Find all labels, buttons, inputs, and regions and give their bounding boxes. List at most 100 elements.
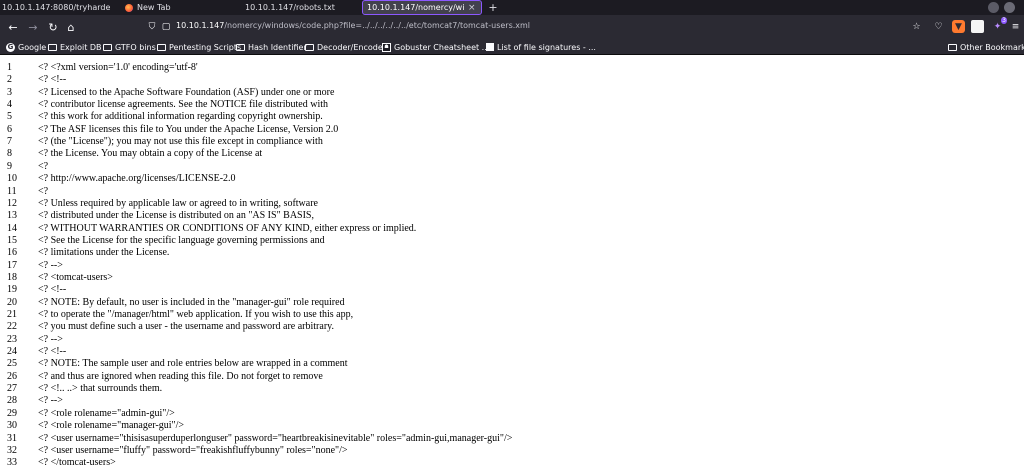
code-line: 13 <? distributed under the License is di… [0,210,1024,222]
url-host: 10.10.1.147 [176,21,225,30]
line-number: 12 [7,197,17,209]
code-text: <? <!.. ..> that surrounds them. [38,383,163,395]
tab-strip: 10.10.1.147:8080/tryharder/t New Tab 10.… [0,0,1024,15]
bookmark-google[interactable]: G Google [6,41,46,53]
bookmarks-bar: G Google Exploit DB GTFO bins Pentesting… [0,39,1024,55]
code-line: 15 <? See the License for the specific la… [0,235,1024,247]
line-number: 14 [7,222,17,234]
page-info-icon[interactable]: ▢ [160,21,172,33]
code-text: <? <user username="thisisasuperduperlong… [38,432,513,444]
bookmark-file-signatures[interactable]: List of file signatures - ... [486,41,596,53]
code-text: <? --> [38,395,63,407]
code-text: <? (the "License"); you may not use this… [38,136,323,148]
code-line: 8 <? the License. You may obtain a copy o… [0,148,1024,160]
tab-label: 10.10.1.147/nomercy/windo [367,3,465,12]
url-text[interactable]: 10.10.1.147/nomercy/windows/code.php?fil… [176,21,530,30]
extensions-menu-icon[interactable]: ✦ 3 [991,17,1007,33]
code-line: 30 <? <role rolename="manager-gui"/> [0,420,1024,432]
reload-icon[interactable]: ↻ [46,20,60,34]
line-number: 22 [7,321,17,333]
code-text: <? Unless required by applicable law or … [38,197,318,209]
tab-tryharder[interactable]: 10.10.1.147:8080/tryharder/t [2,0,110,15]
code-line: 6 <? The ASF licenses this file to You un… [0,124,1024,136]
code-line: 22 <? you must define such a user - the u… [0,321,1024,333]
code-line: 23 <? --> [0,334,1024,346]
code-line: 16 <? limitations under the License. [0,247,1024,259]
code-text: <? [38,185,49,197]
code-text: <? the License. You may obtain a copy of… [38,148,263,160]
new-tab-button[interactable]: + [487,0,499,15]
code-text: <? <!-- [38,346,67,358]
code-text: <? contributor license agreements. See t… [38,99,328,111]
code-text: <? The ASF licenses this file to You und… [38,123,339,135]
bookmark-label: Google [18,42,47,52]
home-icon[interactable]: ⌂ [64,20,78,34]
tab-active-code[interactable]: 10.10.1.147/nomercy/windo × [362,0,482,15]
folder-icon [157,43,166,51]
code-text: <? http://www.apache.org/licenses/LICENS… [38,173,236,185]
code-line: 28 <? --> [0,395,1024,407]
code-text: <? and thus are ignored when reading thi… [38,370,323,382]
other-bookmarks[interactable]: Other Bookmarks [948,41,1024,53]
line-number: 20 [7,296,17,308]
code-line: 21 <? to operate the "/manager/html" web … [0,309,1024,321]
code-line: 19 <? <!-- [0,284,1024,296]
download-icon[interactable]: ▼ [952,20,965,33]
line-number: 8 [7,148,12,160]
bookmark-label: Exploit DB [60,42,102,52]
shield-icon[interactable]: ⛉ [146,21,158,33]
bookmark-gobuster-cheatsheet[interactable]: ☗ Gobuster Cheatsheet ... [382,41,489,53]
firefox-icon [125,3,133,12]
code-line: 14 <? WITHOUT WARRANTIES OR CONDITIONS OF… [0,223,1024,235]
hamburger-menu-icon[interactable]: ≡ [1009,20,1022,33]
address-bar[interactable]: ⛉ ▢ 10.10.1.147/nomercy/windows/code.php… [140,18,900,36]
forward-arrow-icon[interactable]: → [26,20,40,34]
code-text: <? --> [38,333,63,345]
code-line: 5 <? this work for additional information… [0,111,1024,123]
bookmark-label: GTFO bins [115,42,156,52]
extension-icon[interactable] [971,20,984,33]
code-text: <? <user username="fluffy" password="fre… [38,444,348,456]
code-text: <? <tomcat-users> [38,271,113,283]
bookmark-star-icon[interactable]: ☆ [910,20,923,33]
code-line: 4 <? contributor license agreements. See … [0,99,1024,111]
folder-icon [305,43,314,51]
code-line: 33 <? </tomcat-users> [0,457,1024,469]
line-number: 16 [7,247,17,259]
code-text: <? WITHOUT WARRANTIES OR CONDITIONS OF A… [38,222,417,234]
tab-new-tab[interactable]: New Tab [125,0,229,15]
code-line: 24 <? <!-- [0,346,1024,358]
bookmark-label: Hash Identifier [248,42,307,52]
pocket-icon[interactable]: ♡ [932,20,945,33]
code-line: 18 <? <tomcat-users> [0,272,1024,284]
folder-icon [236,43,245,51]
bookmark-pentesting-scripts[interactable]: Pentesting Scripts [157,41,241,53]
back-arrow-icon[interactable]: ← [6,20,20,34]
tab-label: 10.10.1.147:8080/tryharder/t [2,3,110,12]
code-line: 3 <? Licensed to the Apache Software Foun… [0,87,1024,99]
tab-label: 10.10.1.147/robots.txt [245,3,335,12]
url-path: /nomercy/windows/code.php?file=../../../… [224,21,531,30]
code-line: 2 <? <!-- [0,74,1024,86]
bookmark-gtfo-bins[interactable]: GTFO bins [103,41,156,53]
code-text: <? you must define such a user - the use… [38,321,334,333]
minimize-icon[interactable] [988,2,999,13]
code-text: <? See the License for the specific lang… [38,234,325,246]
line-number: 25 [7,358,17,370]
line-number: 7 [7,136,12,148]
line-number: 19 [7,284,17,296]
tab-robots[interactable]: 10.10.1.147/robots.txt [245,0,355,15]
bookmark-decoder-encoder[interactable]: Decoder/Encoder [305,41,386,53]
bookmark-hash-identifier[interactable]: Hash Identifier [236,41,307,53]
page-icon [486,43,494,51]
line-number: 33 [7,457,17,469]
code-line: 17 <? --> [0,260,1024,272]
bookmark-exploit-db[interactable]: Exploit DB [48,41,102,53]
close-icon[interactable]: × [468,3,476,13]
code-line: 27 <? <!.. ..> that surrounds them. [0,383,1024,395]
code-text: <? [38,160,49,172]
line-number: 11 [7,185,17,197]
close-window-icon[interactable] [1004,2,1015,13]
code-text: <? NOTE: The sample user and role entrie… [38,358,348,370]
code-text: <? limitations under the License. [38,247,170,259]
